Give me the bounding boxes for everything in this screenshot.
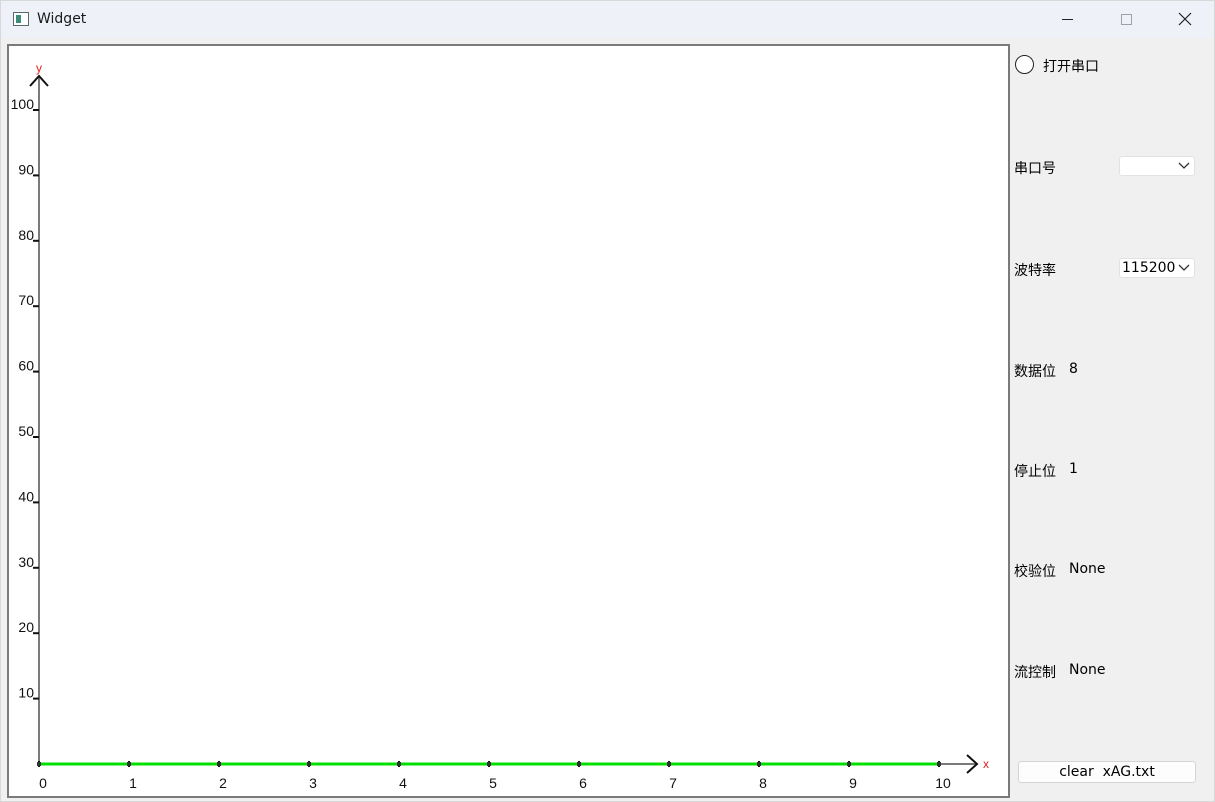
data-point (217, 762, 221, 766)
x-tick-label: 3 (309, 775, 317, 791)
open-port-label: 打开串口 (1043, 59, 1099, 75)
flow-control-label: 流控制 (1014, 665, 1056, 681)
port-label: 串口号 (1014, 161, 1056, 177)
y-tick-label: 60 (18, 358, 34, 374)
x-tick-label: 0 (39, 775, 47, 791)
clear-button[interactable]: clear xAG.txt (1018, 761, 1196, 783)
parity-value: None (1069, 561, 1106, 577)
minimize-button[interactable] (1039, 1, 1097, 38)
y-tick-label: 40 (18, 488, 34, 504)
baud-combo[interactable]: 115200 (1119, 258, 1195, 278)
parity-label: 校验位 (1014, 564, 1056, 580)
data-point (307, 762, 311, 766)
data-point (487, 762, 491, 766)
y-tick-label: 10 (18, 685, 34, 701)
x-tick-label: 4 (399, 775, 407, 791)
x-tick-label: 7 (669, 775, 677, 791)
x-tick-label: 10 (935, 775, 951, 791)
y-tick-label: 80 (18, 227, 34, 243)
data-point (577, 762, 581, 766)
stopbits-value: 1 (1069, 461, 1078, 477)
flow-control-value: None (1069, 662, 1106, 678)
maximize-button (1097, 1, 1155, 38)
window-title: Widget (37, 11, 87, 27)
data-point (127, 762, 131, 766)
databits-label: 数据位 (1014, 364, 1056, 380)
port-combo[interactable] (1119, 156, 1195, 176)
x-tick-label: 2 (219, 775, 227, 791)
y-axis-label: y (36, 61, 42, 75)
title-bar: Widget (1, 1, 1214, 38)
x-axis-label: x (983, 757, 989, 771)
x-tick-label: 6 (579, 775, 587, 791)
main-window: Widget y x 10 20 30 40 50 60 70 80 90 100 0 1 2 3 4 5 6 7 8 9… (0, 0, 1215, 802)
maximize-icon (1121, 14, 1132, 25)
data-point (847, 762, 851, 766)
data-point (37, 762, 41, 766)
radio-circle-icon[interactable] (1015, 55, 1034, 74)
x-tick-label: 1 (129, 775, 137, 791)
y-tick-label: 90 (18, 161, 34, 177)
baud-combo-value: 115200 (1122, 260, 1176, 276)
x-tick-label: 9 (849, 775, 857, 791)
y-tick-label: 70 (18, 292, 34, 308)
x-tick-label: 5 (489, 775, 497, 791)
y-tick-label: 20 (18, 619, 34, 635)
plot-panel: y x 10 20 30 40 50 60 70 80 90 100 0 1 2 3 4 5 6 7 8 9 10 (7, 44, 1010, 798)
stopbits-label: 停止位 (1014, 464, 1056, 480)
data-point (937, 762, 941, 766)
x-tick-label: 8 (759, 775, 767, 791)
y-tick-label: 50 (18, 423, 34, 439)
data-point (667, 762, 671, 766)
line-chart: y x 10 20 30 40 50 60 70 80 90 100 0 1 2 3 4 5 6 7 8 9 10 (11, 61, 989, 791)
close-icon (1178, 12, 1192, 26)
serial-settings-panel: 打开串口 串口号 波特率 115200 数据位 8 停止位 1 校验位 None… (1013, 41, 1213, 801)
data-point (757, 762, 761, 766)
data-point (397, 762, 401, 766)
databits-value: 8 (1069, 361, 1078, 377)
y-tick-label: 100 (11, 96, 35, 112)
y-tick-label: 30 (18, 554, 34, 570)
chevron-down-icon (1178, 162, 1190, 169)
baud-label: 波特率 (1014, 263, 1056, 279)
close-button[interactable] (1156, 1, 1214, 38)
chevron-down-icon (1178, 264, 1190, 271)
app-icon (13, 12, 29, 26)
minimize-icon (1062, 19, 1073, 20)
